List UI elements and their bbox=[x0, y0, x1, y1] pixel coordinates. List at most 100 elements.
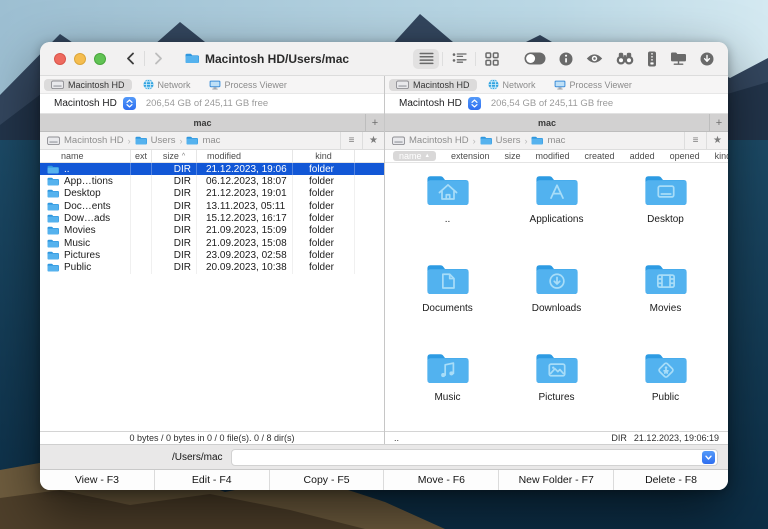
drive-stepper[interactable] bbox=[122, 97, 136, 110]
grid-item-label: Public bbox=[651, 392, 680, 403]
list-view-icon[interactable] bbox=[413, 48, 439, 69]
breadcrumb-segment[interactable]: Macintosh HD bbox=[47, 135, 124, 146]
chevron-right-icon[interactable] bbox=[154, 52, 163, 65]
pane-tab-network[interactable]: Network bbox=[481, 78, 543, 91]
zoom-button[interactable] bbox=[94, 52, 106, 65]
close-button[interactable] bbox=[54, 52, 66, 65]
pane-tab-network[interactable]: Network bbox=[136, 78, 198, 91]
archive-icon[interactable] bbox=[647, 51, 657, 67]
breadcrumb-segment[interactable]: Users bbox=[135, 135, 175, 146]
file-row[interactable]: Public DIR 20.09.2023, 10:38 folder bbox=[40, 261, 384, 275]
file-name: Doc…ents bbox=[64, 200, 111, 212]
breadcrumb-segment-label: mac bbox=[202, 135, 221, 146]
pane-tab-process-viewer[interactable]: Process Viewer bbox=[547, 79, 639, 91]
drive-stepper[interactable] bbox=[467, 97, 481, 110]
new-tab-button[interactable]: + bbox=[709, 114, 728, 131]
drive-name[interactable]: Macintosh HD bbox=[399, 98, 462, 109]
window-title-group: Macintosh HD/Users/mac bbox=[185, 52, 349, 66]
column-header-ext[interactable]: ext bbox=[131, 150, 152, 162]
column-header-modified[interactable]: modified bbox=[197, 150, 293, 162]
copy-button[interactable]: Copy - F5 bbox=[270, 470, 385, 490]
file-row[interactable]: Movies DIR 21.09.2023, 15:09 folder bbox=[40, 224, 384, 238]
detail-view-icon[interactable] bbox=[446, 49, 472, 69]
breadcrumb-segment[interactable]: Users bbox=[480, 135, 521, 146]
grid-item-movies[interactable]: Movies bbox=[611, 259, 720, 348]
view-options-icon[interactable]: ≡ bbox=[684, 132, 706, 149]
new-folder-button[interactable]: New Folder - F7 bbox=[499, 470, 615, 490]
column-header-created[interactable]: created bbox=[585, 151, 615, 161]
pane-tab-macintosh-hd[interactable]: Macintosh HD bbox=[389, 78, 477, 91]
grid-item-applications[interactable]: Applications bbox=[502, 170, 611, 259]
column-header-added[interactable]: added bbox=[630, 151, 655, 161]
network-folder-icon[interactable] bbox=[670, 51, 687, 66]
preview-eye-icon[interactable] bbox=[586, 53, 603, 64]
file-row[interactable]: .. DIR 21.12.2023, 19:06 folder bbox=[40, 163, 384, 176]
file-row[interactable]: Desktop DIR 21.12.2023, 19:01 folder bbox=[40, 187, 384, 201]
favorites-star-icon[interactable]: ★ bbox=[706, 132, 728, 149]
pane-tab-label: Process Viewer bbox=[569, 79, 632, 90]
breadcrumb-separator-icon: › bbox=[179, 135, 183, 146]
column-header-name[interactable]: name bbox=[40, 150, 131, 162]
file-row[interactable]: Music DIR 21.09.2023, 15:08 folder bbox=[40, 237, 384, 250]
command-history-dropdown[interactable] bbox=[702, 450, 715, 464]
drive-free-space: 206,54 GB of 245,11 GB free bbox=[490, 98, 614, 109]
disk-icon bbox=[47, 136, 60, 146]
search-binoculars-icon[interactable] bbox=[616, 52, 634, 65]
file-row[interactable]: Doc…ents DIR 13.11.2023, 05:11 folder bbox=[40, 200, 384, 213]
grid-item-public[interactable]: Public bbox=[611, 348, 720, 431]
folder-small-icon bbox=[47, 202, 59, 211]
breadcrumb-segment[interactable]: Macintosh HD bbox=[392, 135, 469, 146]
name-cell: App…tions bbox=[40, 175, 131, 188]
grid-item-desktop[interactable]: Desktop bbox=[611, 170, 720, 259]
move-button[interactable]: Move - F6 bbox=[384, 470, 500, 490]
file-row[interactable]: Pictures DIR 23.09.2023, 02:58 folder bbox=[40, 249, 384, 262]
chevron-left-icon[interactable] bbox=[126, 52, 135, 65]
column-header-opened[interactable]: opened bbox=[670, 151, 700, 161]
column-header-name[interactable]: name ▲ bbox=[393, 151, 436, 161]
grid-item-documents[interactable]: Documents bbox=[393, 259, 502, 348]
column-header-kind[interactable]: kind bbox=[715, 151, 728, 161]
edit-button[interactable]: Edit - F4 bbox=[155, 470, 270, 490]
modified-cell: 21.09.2023, 15:08 bbox=[197, 237, 293, 250]
view-mode-group bbox=[413, 48, 505, 69]
right-drive-row: Macintosh HD 206,54 GB of 245,11 GB free bbox=[385, 94, 728, 114]
download-icon[interactable] bbox=[700, 52, 714, 66]
grid-item-pictures[interactable]: Pictures bbox=[502, 348, 611, 431]
minimize-button[interactable] bbox=[74, 52, 86, 65]
new-tab-button[interactable]: + bbox=[365, 114, 384, 131]
grid-view-icon[interactable] bbox=[479, 49, 505, 69]
column-header-label: name bbox=[61, 151, 84, 161]
pane-tab-macintosh-hd[interactable]: Macintosh HD bbox=[44, 78, 132, 91]
desktop-folder-icon bbox=[643, 170, 689, 208]
delete-button[interactable]: Delete - F8 bbox=[614, 470, 728, 490]
column-header-kind[interactable]: kind bbox=[293, 150, 355, 162]
column-header-modified[interactable]: modified bbox=[536, 151, 570, 161]
breadcrumb-segment-label: Users bbox=[495, 135, 521, 146]
grid-item-music[interactable]: Music bbox=[393, 348, 502, 431]
view-button[interactable]: View - F3 bbox=[40, 470, 155, 490]
column-header-extension[interactable]: extension bbox=[451, 151, 490, 161]
right-tab-mac[interactable]: mac bbox=[385, 114, 709, 131]
file-row[interactable]: Dow…ads DIR 15.12.2023, 16:17 folder bbox=[40, 212, 384, 225]
grid-item-downloads[interactable]: Downloads bbox=[502, 259, 611, 348]
pane-tab-process-viewer[interactable]: Process Viewer bbox=[202, 79, 294, 91]
right-status-date: 21.12.2023, 19:06:19 bbox=[633, 433, 719, 443]
view-options-icon[interactable]: ≡ bbox=[340, 132, 362, 149]
drive-name[interactable]: Macintosh HD bbox=[54, 98, 117, 109]
ext-cell bbox=[131, 249, 152, 262]
left-tab-mac[interactable]: mac bbox=[40, 114, 365, 131]
modified-cell: 15.12.2023, 16:17 bbox=[197, 212, 293, 225]
favorites-star-icon[interactable]: ★ bbox=[362, 132, 384, 149]
breadcrumb-segment[interactable]: mac bbox=[186, 135, 220, 146]
command-input[interactable] bbox=[237, 449, 702, 465]
column-header-size[interactable]: size bbox=[505, 151, 521, 161]
toggle-icon[interactable] bbox=[524, 52, 546, 65]
info-icon[interactable] bbox=[559, 52, 573, 66]
grid-item-parent[interactable]: .. bbox=[393, 170, 502, 259]
left-pane-location-tabs: Macintosh HD Network Process Viewer bbox=[40, 76, 384, 94]
column-header-size[interactable]: size ^ bbox=[152, 150, 197, 162]
breadcrumb-segment[interactable]: mac bbox=[531, 135, 565, 146]
name-cell: Movies bbox=[40, 224, 131, 238]
modified-cell: 23.09.2023, 02:58 bbox=[197, 249, 293, 262]
file-row[interactable]: App…tions DIR 06.12.2023, 18:07 folder bbox=[40, 175, 384, 188]
